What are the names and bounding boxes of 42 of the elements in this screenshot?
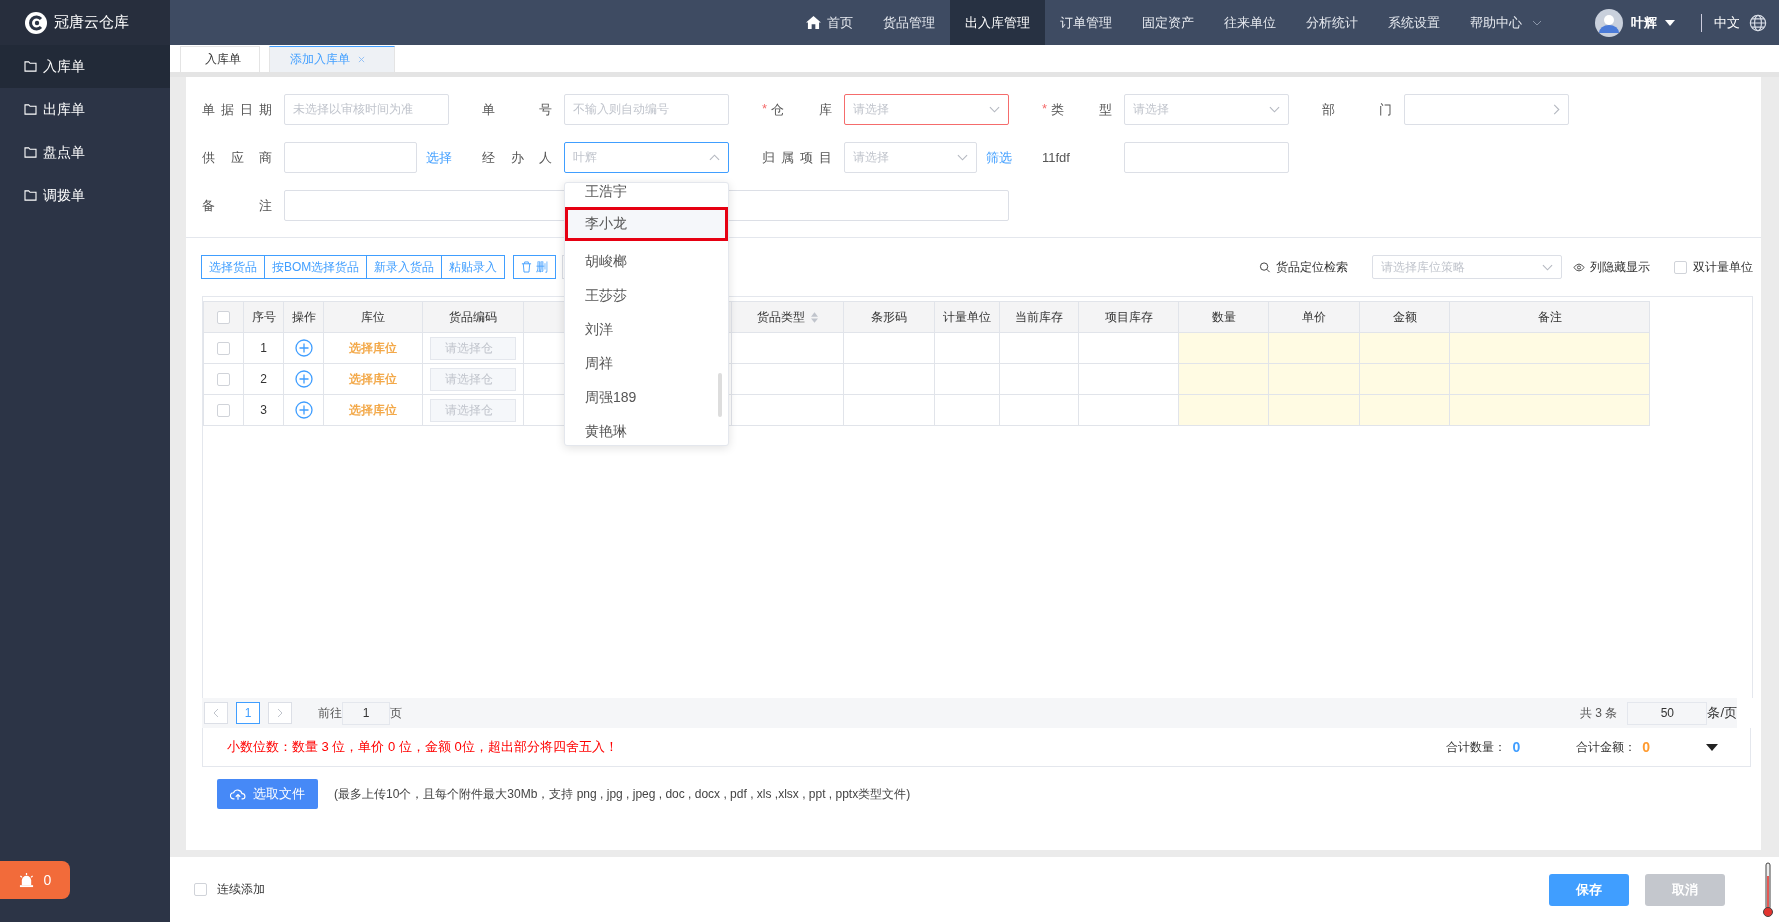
column-header: 库位 xyxy=(324,301,423,333)
field-label: 11fdf xyxy=(1042,150,1071,165)
column-header: 货品类型 xyxy=(732,301,844,333)
total-label: 合计金额： xyxy=(1576,738,1637,756)
column-header: 货品编码 xyxy=(423,301,524,333)
column-header: 备注 xyxy=(1450,301,1650,333)
column-header: 计量单位 xyxy=(935,301,1000,333)
table-cell: 1 xyxy=(244,333,284,364)
table-cell: 3 xyxy=(244,395,284,426)
column-header: 操作 xyxy=(284,301,324,333)
rounding-notice: 小数位数：数量 3 位，单价 0 位，金额 0位，超出部分将四舍五入！ xyxy=(227,738,619,756)
upload-hint: (最多上传10个，且每个附件最大30Mb，支持 png , jpg , jpeg , doc , docx , pdf , xls ,xlsx , ppt , pptx类型文件) xyxy=(334,785,911,803)
field-label: 部门 xyxy=(1322,100,1392,119)
required-mark: * xyxy=(762,100,768,118)
required-mark: * xyxy=(1042,100,1048,118)
page-size-suffix: 条/页 xyxy=(1707,704,1737,722)
column-header: 单价 xyxy=(1269,301,1360,333)
column-header: 数量 xyxy=(1179,301,1269,333)
checkbox-label: 双计量单位 xyxy=(1693,258,1753,276)
field-label: 仓库 xyxy=(771,100,832,119)
field-label: 类型 xyxy=(1051,100,1112,119)
column-header: 条形码 xyxy=(844,301,935,333)
column-header: 项目库存 xyxy=(1079,301,1179,333)
field-label: 单号 xyxy=(482,100,552,119)
total-count: 共 3 条 xyxy=(1580,704,1618,722)
total-label: 合计数量： xyxy=(1446,738,1507,756)
column-header: 序号 xyxy=(244,301,284,333)
column-header: 金额 xyxy=(1360,301,1450,333)
field-label: 单据日期 xyxy=(202,100,272,119)
page-suffix: 页 xyxy=(390,704,402,722)
alarm-count: 0 xyxy=(43,872,52,888)
field-label: 供应商 xyxy=(202,148,272,167)
goto-label: 前往 xyxy=(318,704,342,722)
total-value: 0 xyxy=(1642,739,1650,755)
table-cell: 2 xyxy=(244,364,284,395)
brand-name: 冠唐云仓库 xyxy=(54,13,129,32)
field-label: 备注 xyxy=(202,196,272,215)
field-label: 归属项目 xyxy=(762,148,832,167)
checkbox-label: 连续添加 xyxy=(217,881,265,898)
total-value: 0 xyxy=(1512,739,1521,755)
field-label: 经办人 xyxy=(482,148,552,167)
column-header: 当前库存 xyxy=(1000,301,1079,333)
